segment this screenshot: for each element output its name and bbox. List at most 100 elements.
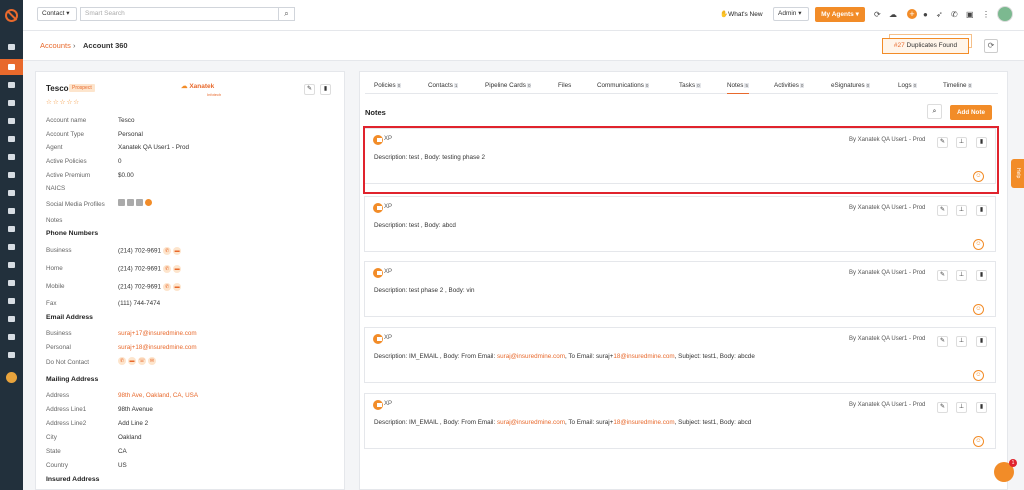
sms-icon[interactable]: ▬	[173, 265, 182, 273]
accounts-icon[interactable]	[8, 64, 15, 70]
profile-icon[interactable]	[6, 372, 17, 383]
edit-note-button[interactable]: ✎	[937, 205, 948, 216]
edit-note-button[interactable]: ✎	[937, 270, 948, 281]
edit-note-button[interactable]: ✎	[937, 336, 948, 347]
phone-icon[interactable]: ✆	[951, 10, 958, 19]
tab-pipeline-cards[interactable]: Pipeline Cards 0	[485, 82, 532, 89]
tab-notes[interactable]: Notes 5	[727, 82, 749, 94]
delete-note-button[interactable]: ▮	[976, 336, 987, 347]
admin-select[interactable]: Admin ▾	[773, 7, 809, 21]
edit-note-button[interactable]: ✎	[937, 402, 948, 413]
reaction-icon[interactable]: ☺	[973, 304, 984, 315]
tab-contacts[interactable]: Contacts 1	[428, 82, 459, 89]
delete-account-button[interactable]: ▮	[320, 84, 331, 95]
delete-note-button[interactable]: ▮	[976, 205, 987, 216]
tab-label: Contacts	[428, 82, 453, 89]
add-note-button[interactable]: Add Note	[950, 105, 992, 120]
contacts-icon[interactable]	[8, 82, 15, 88]
refresh-icon[interactable]: ⟳	[984, 39, 998, 53]
settings-icon[interactable]	[8, 352, 15, 358]
no-email-icon[interactable]: ✉	[148, 357, 156, 365]
tab-communications[interactable]: Communications 0	[597, 82, 650, 89]
chip-icon[interactable]: ▣	[966, 10, 974, 19]
note-email-link[interactable]: suraj@insuredmine.com	[497, 353, 565, 360]
delete-note-button[interactable]: ▮	[976, 270, 987, 281]
rating-stars[interactable]: ☆☆☆☆☆	[46, 98, 80, 106]
chart-icon[interactable]	[8, 208, 15, 214]
dashboard-icon[interactable]	[8, 44, 15, 50]
user-icon[interactable]	[8, 190, 15, 196]
notes-search-icon[interactable]: ⌕	[927, 104, 942, 119]
tab-timeline[interactable]: Timeline 0	[943, 82, 973, 89]
megaphone-icon[interactable]	[8, 172, 15, 178]
search-input[interactable]: Smart Search	[80, 7, 295, 21]
no-sms-icon[interactable]: ▬	[128, 357, 136, 365]
pin-note-button[interactable]: ⊥	[956, 270, 967, 281]
edit-account-button[interactable]: ✎	[304, 84, 315, 95]
document-icon[interactable]	[8, 262, 15, 268]
reaction-icon[interactable]: ☺	[973, 436, 984, 447]
filter-icon[interactable]	[8, 154, 15, 160]
agency-cloud-icon: ☁	[181, 83, 188, 90]
search-icon[interactable]: ⌕	[278, 7, 295, 21]
tab-tasks[interactable]: Tasks 0	[679, 82, 701, 89]
pin-note-button[interactable]: ⊥	[956, 205, 967, 216]
calendar-icon[interactable]	[8, 226, 15, 232]
tab-label: eSignatures	[831, 82, 865, 89]
note-author: By Xanatek QA User1 - Prod	[849, 336, 926, 342]
linkedin-icon[interactable]	[118, 199, 125, 206]
tab-policies[interactable]: Policies 0	[374, 82, 402, 89]
address-link[interactable]: 98th Ave, Oakland, CA, USA	[118, 392, 198, 399]
my-agents-button[interactable]: My Agents ▾	[815, 7, 865, 22]
breadcrumb-accounts-link[interactable]: Accounts	[40, 41, 71, 50]
email-link[interactable]: suraj+18@insuredmine.com	[118, 344, 197, 351]
note-email-link[interactable]: suraj@insuredmine.com	[497, 419, 565, 426]
twitter-icon[interactable]	[136, 199, 143, 206]
tab-label: Communications	[597, 82, 644, 89]
policies-icon[interactable]	[8, 100, 15, 106]
pin-note-button[interactable]: ⊥	[956, 336, 967, 347]
hand-icon: ✋	[720, 11, 729, 18]
list-icon[interactable]	[8, 118, 15, 124]
pin-note-button[interactable]: ⊥	[956, 402, 967, 413]
briefcase-icon[interactable]	[8, 136, 15, 142]
call-icon[interactable]: ✆	[163, 265, 172, 273]
call-icon[interactable]: ✆	[163, 247, 172, 255]
help-tab[interactable]: Help	[1011, 159, 1024, 188]
no-chat-icon[interactable]: ☏	[138, 357, 146, 365]
more-icon[interactable]: ⋮	[982, 10, 990, 19]
add-icon[interactable]: +	[907, 9, 917, 19]
rocket-icon[interactable]: ➶	[936, 10, 943, 19]
sms-icon[interactable]: ▬	[173, 247, 182, 255]
chat-notification-badge: 1	[1009, 459, 1017, 467]
call-icon[interactable]: ✆	[163, 283, 172, 291]
facebook-icon[interactable]	[127, 199, 134, 206]
tab-activities[interactable]: Activities 0	[774, 82, 805, 89]
analytics-icon[interactable]	[8, 334, 15, 340]
google-icon[interactable]	[8, 244, 15, 250]
tab-files[interactable]: Files	[558, 82, 571, 89]
tab-esignatures[interactable]: eSignatures 0	[831, 82, 871, 89]
tab-logs[interactable]: Logs 0	[898, 82, 918, 89]
phone-label: Fax	[46, 300, 57, 307]
website-icon[interactable]	[145, 199, 152, 206]
user-avatar[interactable]	[997, 6, 1013, 22]
sync-icon[interactable]: ⟳	[874, 10, 881, 19]
bell-icon[interactable]: ●	[923, 10, 928, 19]
duplicates-found-button[interactable]: #27 Duplicates Found	[882, 38, 969, 54]
search-scope-select[interactable]: Contact ▾	[37, 7, 77, 21]
mail-icon[interactable]	[8, 298, 15, 304]
cloud-icon[interactable]: ☁	[889, 10, 897, 19]
note-email-link[interactable]: 18@insuredmine.com	[613, 353, 674, 360]
reaction-icon[interactable]: ☺	[973, 370, 984, 381]
reaction-icon[interactable]: ☺	[973, 239, 984, 250]
no-call-icon[interactable]: ✆	[118, 357, 126, 365]
note-email-link[interactable]: 18@insuredmine.com	[613, 419, 674, 426]
delete-note-button[interactable]: ▮	[976, 402, 987, 413]
sms-icon[interactable]: ▬	[173, 283, 182, 291]
plane-icon[interactable]	[8, 316, 15, 322]
app-logo-icon[interactable]	[5, 9, 18, 22]
email-link[interactable]: suraj+17@insuredmine.com	[118, 330, 197, 337]
calendar-alt-icon[interactable]	[8, 280, 15, 286]
whats-new-link[interactable]: ✋What's New	[720, 10, 763, 18]
